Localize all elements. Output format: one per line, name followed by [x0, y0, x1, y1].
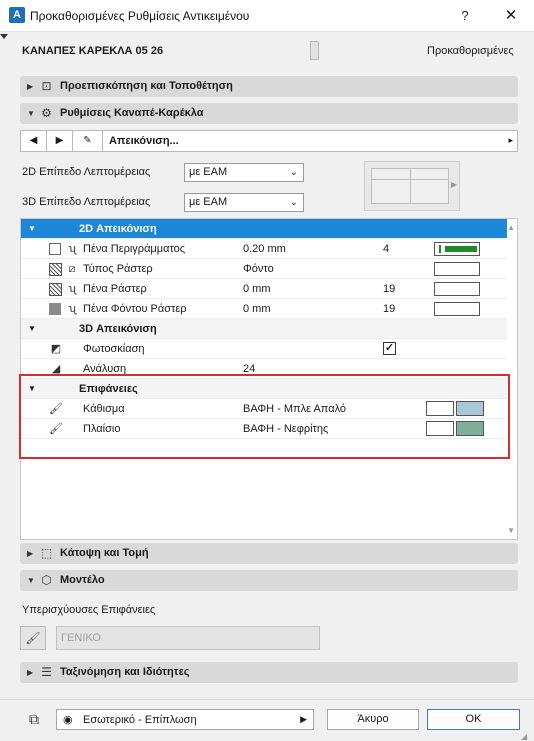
- hatch-type-swatch[interactable]: [434, 262, 480, 276]
- row-hatch-background-pen[interactable]: ʯ Πένα Φόντου Ράστερ 0 mm 19: [21, 299, 507, 319]
- shading-cube-icon: ◩: [50, 343, 62, 355]
- classification-list-icon: ☰: [41, 665, 52, 679]
- pen-number: 4: [383, 243, 390, 255]
- collapse-arrow-icon: ▼: [27, 576, 35, 585]
- row-hatch-pen[interactable]: ʯ Πένα Ράστερ 0 mm 19: [21, 279, 507, 299]
- favorites-icon[interactable]: ⧉: [22, 710, 46, 728]
- chevron-down-icon: ⌄: [289, 197, 298, 208]
- preview-sketch: [371, 168, 449, 204]
- group-2d-representation[interactable]: ▼ 2D Απεικόνιση: [21, 219, 507, 239]
- shading-checkbox[interactable]: ✓: [383, 342, 396, 355]
- resize-grip-icon[interactable]: ◢: [521, 732, 527, 741]
- detail-2d-label: 2D Επίπεδο Λεπτομέρειας: [22, 166, 151, 178]
- cancel-button[interactable]: Άκυρο: [327, 709, 419, 730]
- page-preview-thumbnail: ▶: [364, 161, 460, 211]
- archicad-app-icon: A: [9, 7, 25, 23]
- detail-3d-dropdown[interactable]: με ΕΑΜ ⌄: [184, 193, 304, 212]
- page-navigation-bar: ◀ ▶ ✎ Απεικόνιση... ▸: [20, 130, 518, 152]
- detail-2d-value: με ΕΑΜ: [189, 166, 228, 178]
- group-label: 2D Απεικόνιση: [79, 223, 157, 235]
- hatch-pattern-icon: ⧄: [68, 263, 76, 275]
- override-surfaces-label: Υπερισχύουσες Επιφάνειες: [22, 604, 156, 616]
- pen-color-swatch[interactable]: [434, 282, 480, 296]
- previous-page-button[interactable]: ◀: [21, 131, 47, 151]
- row-value: 0 mm: [243, 283, 271, 295]
- eye-icon: ◉: [63, 714, 73, 726]
- panel-label: Ρυθμίσεις Καναπέ-Καρέκλα: [60, 107, 204, 119]
- pen-number: 19: [383, 283, 396, 295]
- page-menu-arrow-icon[interactable]: ▸: [508, 135, 513, 146]
- override-surface-field[interactable]: ΓΕΝΙΚΟ: [56, 626, 320, 650]
- row-label: Τύπος Ράστερ: [83, 263, 153, 275]
- row-value: 0.20 mm: [243, 243, 286, 255]
- help-button[interactable]: ?: [455, 6, 475, 26]
- row-contour-pen[interactable]: ʯ Πένα Περιγράμματος 0.20 mm 4: [21, 239, 507, 259]
- row-hatch-type[interactable]: ⧄ Τύπος Ράστερ Φόντο: [21, 259, 507, 279]
- contour-square-icon: [49, 243, 61, 255]
- surfaces-highlight-annotation: [19, 374, 510, 459]
- preview-positioning-icon: ⊡: [41, 79, 52, 93]
- pen-icon: ʯ: [68, 303, 76, 315]
- expand-arrow-icon: ▶: [27, 82, 34, 91]
- panel-label: Κάτοψη και Τομή: [60, 547, 149, 559]
- default-status-label: Προκαθορισμένες: [427, 45, 514, 57]
- close-button[interactable]: ✕: [501, 6, 521, 26]
- panel-sofa-chair-settings[interactable]: ▼ ⚙ Ρυθμίσεις Καναπέ-Καρέκλα: [20, 103, 518, 124]
- pen-weight-tick: [439, 245, 441, 253]
- pen-page-icon: ✎: [73, 131, 103, 151]
- detail-2d-dropdown[interactable]: με ΕΑΜ ⌄: [184, 163, 304, 182]
- group-3d-representation[interactable]: ▼ 3D Απεικόνιση: [21, 319, 507, 339]
- page-selector-label[interactable]: Απεικόνιση...: [109, 135, 179, 147]
- expand-arrow-icon: ▶: [27, 668, 34, 677]
- row-value: 0 mm: [243, 303, 271, 315]
- chevron-down-icon: ⌄: [289, 167, 298, 178]
- panel-classification[interactable]: ▶ ☰ Ταξινόμηση και Ιδιότητες: [20, 662, 518, 683]
- detail-3d-label: 3D Επίπεδο Λεπτομέρειας: [22, 196, 151, 208]
- view-label: Εσωτερικό - Επίπλωση: [83, 714, 197, 726]
- panel-floor-plan-section[interactable]: ▶ ⬚ Κάτοψη και Τομή: [20, 543, 518, 564]
- override-brush-button[interactable]: 🖌: [20, 626, 46, 650]
- pen-icon: ʯ: [68, 243, 76, 255]
- dropdown-arrow-icon: ▶: [300, 714, 307, 724]
- next-page-button[interactable]: ▶: [47, 131, 73, 151]
- view-selector-dropdown[interactable]: ◉ Εσωτερικό - Επίπλωση ▶: [56, 709, 314, 730]
- panel-label: Ταξινόμηση και Ιδιότητες: [60, 666, 190, 678]
- row-label: Πένα Ράστερ: [83, 283, 147, 295]
- pen-icon: ʯ: [68, 283, 76, 295]
- panel-label: Προεπισκόπηση και Τοποθέτηση: [60, 80, 233, 92]
- hatch-icon: [49, 283, 62, 296]
- panel-preview-positioning[interactable]: ▶ ⊡ Προεπισκόπηση και Τοποθέτηση: [20, 76, 518, 97]
- window-title: Προκαθορισμένες Ρυθμίσεις Αντικειμένου: [30, 9, 250, 23]
- floor-plan-icon: ⬚: [40, 546, 53, 560]
- detail-3d-value: με ΕΑΜ: [189, 196, 228, 208]
- pen-color-swatch[interactable]: [434, 242, 480, 256]
- collapse-arrow-icon: ▼: [27, 109, 35, 118]
- scroll-down-icon[interactable]: ▼: [507, 526, 515, 535]
- row-label: Πένα Περιγράμματος: [83, 243, 186, 255]
- background-fill-icon: [49, 303, 61, 315]
- row-value: Φόντο: [243, 263, 274, 275]
- object-settings-icon: ⚙: [41, 106, 52, 120]
- group-label: 3D Απεικόνιση: [79, 323, 157, 335]
- row-label: Πένα Φόντου Ράστερ: [83, 303, 187, 315]
- library-part-slider[interactable]: [310, 41, 319, 60]
- pen-color-swatch[interactable]: [434, 302, 480, 316]
- collapse-arrow-icon: ▼: [28, 324, 36, 333]
- scroll-up-icon[interactable]: ▲: [507, 223, 515, 232]
- collapse-arrow-icon: ▼: [28, 224, 36, 233]
- panel-model[interactable]: ▼ ⬡ Μοντέλο: [20, 570, 518, 591]
- pen-number: 19: [383, 303, 396, 315]
- object-name: ΚΑΝΑΠΕΣ ΚΑΡΕΚΛΑ 05 26: [22, 45, 164, 57]
- ok-button[interactable]: OK: [427, 709, 520, 730]
- model-cube-icon: ⬡: [41, 573, 52, 587]
- preview-arrow-icon: ▶: [450, 180, 457, 189]
- hatch-icon: [49, 263, 62, 276]
- pen-color-fill: [445, 246, 477, 252]
- expand-arrow-icon: ▶: [27, 549, 34, 558]
- row-shading[interactable]: ◩ Φωτοσκίαση ✓: [21, 339, 507, 359]
- collapse-corner-icon[interactable]: [0, 34, 8, 39]
- row-label: Φωτοσκίαση: [83, 343, 145, 355]
- panel-label: Μοντέλο: [60, 574, 105, 586]
